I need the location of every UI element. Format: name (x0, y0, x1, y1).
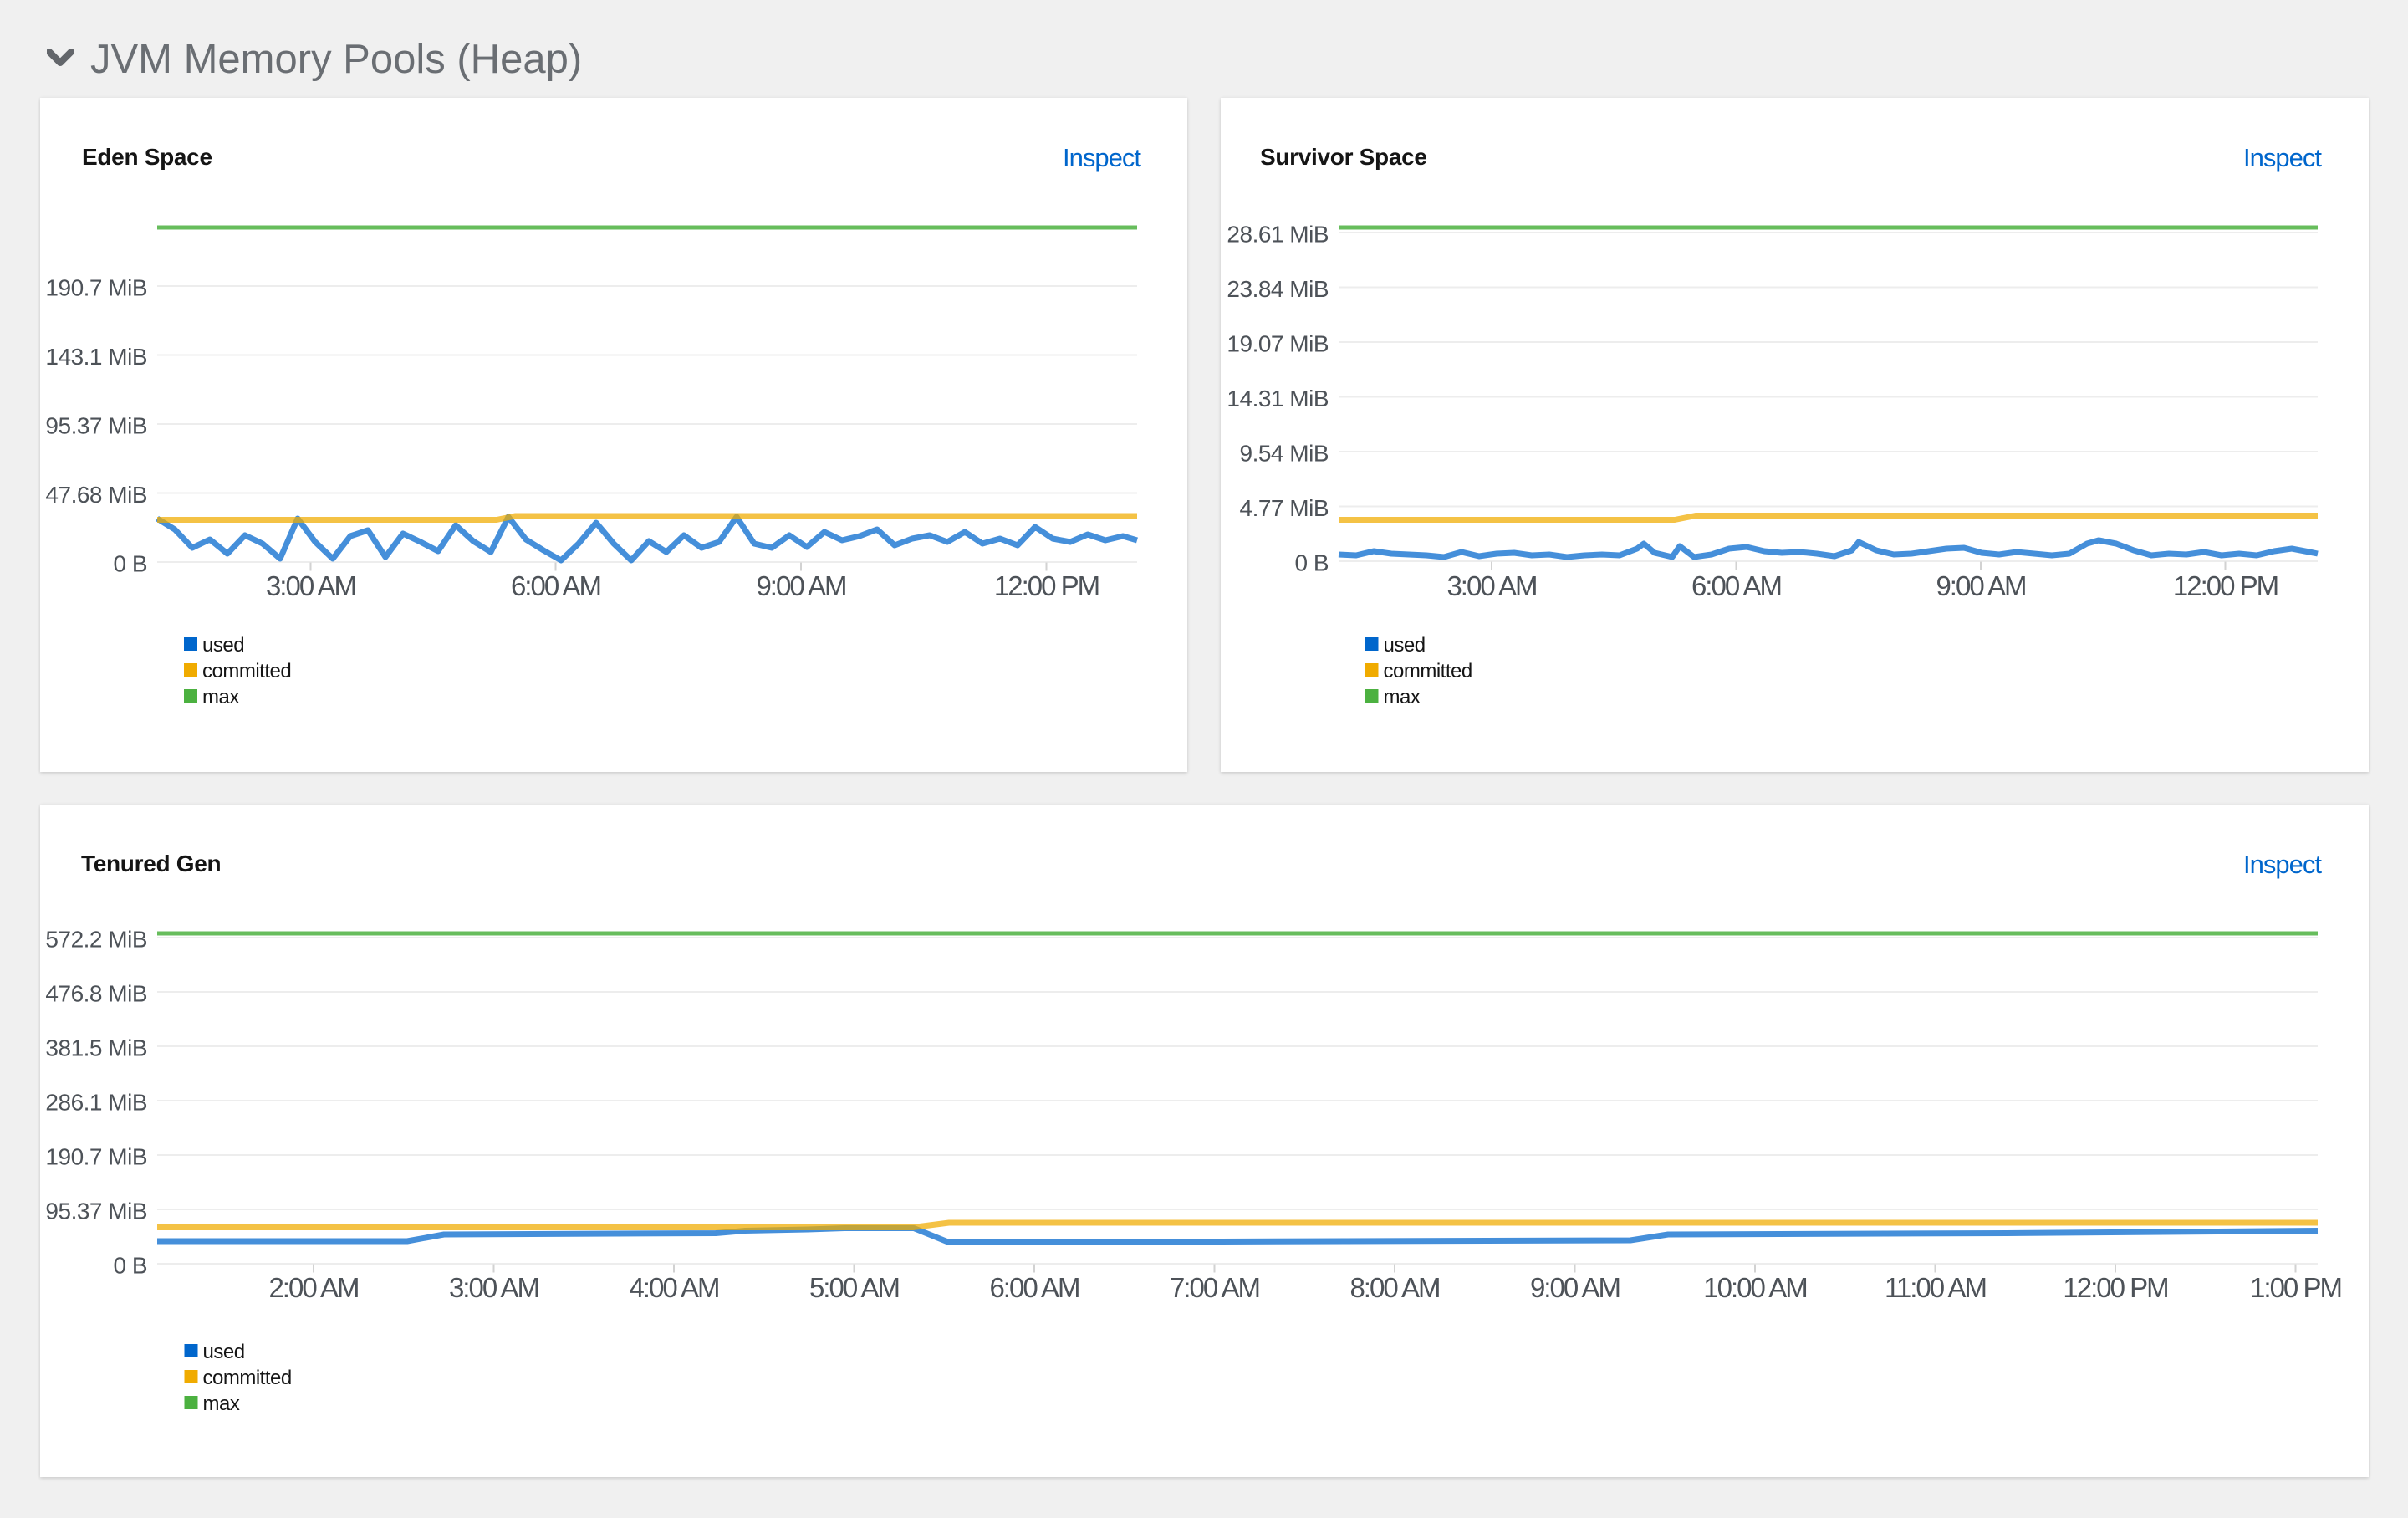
svg-text:committed: committed (1384, 660, 1472, 682)
svg-text:0 B: 0 B (113, 550, 147, 576)
svg-text:28.61 MiB: 28.61 MiB (1227, 221, 1329, 247)
svg-text:476.8 MiB: 476.8 MiB (45, 980, 147, 1006)
svg-text:190.7 MiB: 190.7 MiB (45, 274, 147, 300)
svg-text:190.7 MiB: 190.7 MiB (45, 1143, 147, 1169)
svg-text:95.37 MiB: 95.37 MiB (45, 1198, 147, 1224)
svg-text:7:00 AM: 7:00 AM (1170, 1272, 1259, 1303)
svg-text:286.1 MiB: 286.1 MiB (45, 1089, 147, 1115)
svg-text:12:00 PM: 12:00 PM (2173, 570, 2278, 601)
svg-text:9:00 AM: 9:00 AM (1530, 1272, 1620, 1303)
svg-text:5:00 AM: 5:00 AM (809, 1272, 899, 1303)
svg-text:14.31 MiB: 14.31 MiB (1227, 386, 1329, 411)
svg-text:95.37 MiB: 95.37 MiB (45, 412, 147, 438)
svg-text:11:00 AM: 11:00 AM (1885, 1272, 1986, 1303)
svg-text:6:00 AM: 6:00 AM (1691, 570, 1781, 601)
svg-text:3:00 AM: 3:00 AM (266, 570, 355, 601)
svg-text:12:00 PM: 12:00 PM (994, 570, 1099, 601)
svg-text:4.77 MiB: 4.77 MiB (1240, 495, 1329, 521)
svg-text:2:00 AM: 2:00 AM (268, 1272, 358, 1303)
svg-text:47.68 MiB: 47.68 MiB (45, 482, 147, 508)
svg-text:max: max (203, 1393, 240, 1415)
svg-text:12:00 PM: 12:00 PM (2063, 1272, 2167, 1303)
svg-text:143.1 MiB: 143.1 MiB (45, 344, 147, 370)
svg-text:9.54 MiB: 9.54 MiB (1240, 440, 1329, 466)
svg-text:6:00 AM: 6:00 AM (511, 570, 600, 601)
svg-text:9:00 AM: 9:00 AM (756, 570, 845, 601)
svg-text:8:00 AM: 8:00 AM (1349, 1272, 1439, 1303)
svg-text:23.84 MiB: 23.84 MiB (1227, 276, 1329, 302)
svg-text:381.5 MiB: 381.5 MiB (45, 1035, 147, 1061)
svg-text:used: used (1384, 634, 1426, 657)
svg-text:committed: committed (203, 1367, 292, 1389)
svg-text:0 B: 0 B (113, 1252, 147, 1278)
svg-text:max: max (202, 686, 239, 708)
svg-text:9:00 AM: 9:00 AM (1936, 570, 2025, 601)
svg-text:19.07 MiB: 19.07 MiB (1227, 330, 1329, 356)
svg-text:max: max (1384, 686, 1421, 708)
svg-text:4:00 AM: 4:00 AM (629, 1272, 718, 1303)
svg-text:used: used (202, 634, 244, 657)
svg-text:6:00 AM: 6:00 AM (989, 1272, 1079, 1303)
svg-text:1:00 PM: 1:00 PM (2250, 1272, 2341, 1303)
svg-text:committed: committed (202, 660, 291, 682)
svg-text:3:00 AM: 3:00 AM (1446, 570, 1536, 601)
svg-text:3:00 AM: 3:00 AM (449, 1272, 538, 1303)
svg-text:used: used (203, 1341, 245, 1363)
svg-text:10:00 AM: 10:00 AM (1703, 1272, 1806, 1303)
svg-text:0 B: 0 B (1294, 549, 1329, 575)
svg-text:572.2 MiB: 572.2 MiB (45, 926, 147, 952)
